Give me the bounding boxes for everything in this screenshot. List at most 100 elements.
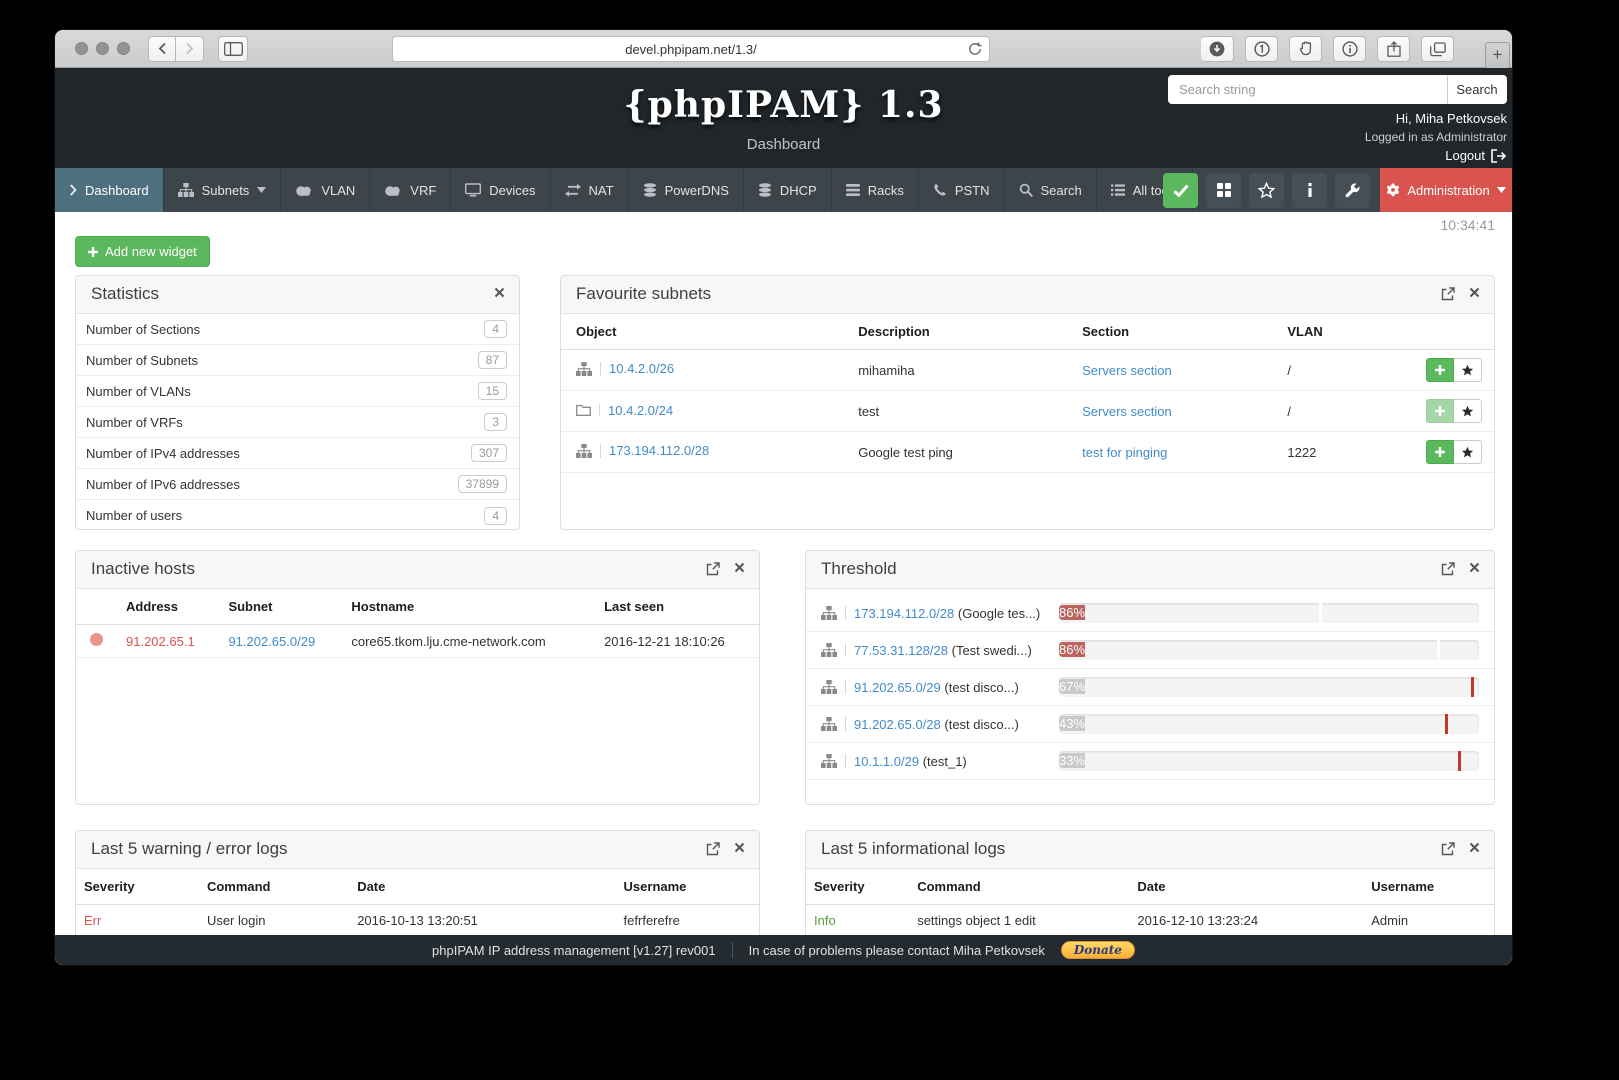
open-external-icon[interactable] <box>1441 842 1455 856</box>
subnet-link[interactable]: 91.202.65.0/29 <box>854 680 941 695</box>
star-filled-icon <box>1461 405 1474 417</box>
share-button[interactable] <box>1377 36 1410 62</box>
nav-item-subnets[interactable]: Subnets <box>164 168 282 212</box>
downloads-button[interactable] <box>1201 36 1234 62</box>
close-window-button[interactable] <box>75 42 88 55</box>
close-icon[interactable] <box>1469 287 1480 301</box>
sitemap-icon <box>821 643 846 657</box>
ping-status-button[interactable] <box>1163 173 1198 208</box>
add-address-button[interactable] <box>1426 440 1454 464</box>
add-widget-button[interactable]: Add new widget <box>75 236 210 267</box>
reload-icon[interactable] <box>968 42 982 56</box>
section-link[interactable]: Servers section <box>1082 404 1172 419</box>
clock: 10:34:41 <box>75 212 1495 234</box>
section-link[interactable]: test for pinging <box>1082 445 1167 460</box>
nav-item-dashboard[interactable]: Dashboard <box>55 168 164 212</box>
share-icon <box>1387 41 1401 57</box>
section-link[interactable]: Servers section <box>1082 363 1172 378</box>
tab-overview-button[interactable] <box>1421 36 1454 62</box>
logout-link[interactable]: Logout <box>1445 148 1507 163</box>
cloud-icon <box>295 184 313 196</box>
stat-row: Number of Sections4 <box>76 314 519 345</box>
subnet-link[interactable]: 10.4.2.0/24 <box>608 403 673 418</box>
log-date: 2016-10-13 13:20:51 <box>349 905 615 936</box>
open-external-icon[interactable] <box>706 842 720 856</box>
content-blocker-button[interactable] <box>1289 36 1322 62</box>
plus-icon <box>88 247 98 257</box>
favourite-subnet-row: 10.4.2.0/24 test Servers section / <box>561 391 1494 432</box>
open-external-icon[interactable] <box>1441 287 1455 301</box>
subnet-link[interactable]: 173.194.112.0/28 <box>609 443 709 458</box>
sitemap-icon <box>821 754 846 768</box>
sidebar-button[interactable] <box>218 36 248 62</box>
subnet-vlan: / <box>1279 391 1408 432</box>
close-icon[interactable] <box>1469 562 1480 576</box>
threshold-row: 10.1.1.0/29 (test_1) 33% <box>806 743 1494 780</box>
sitemap-icon <box>821 717 846 731</box>
widgets-button[interactable] <box>1206 173 1241 208</box>
stat-badge: 15 <box>478 382 507 400</box>
stat-row: Number of Subnets87 <box>76 345 519 376</box>
close-icon[interactable] <box>1469 842 1480 856</box>
instructions-button[interactable] <box>1292 173 1327 208</box>
nav-item-pstn[interactable]: PSTN <box>919 168 1005 212</box>
sidebar-icon <box>224 42 243 56</box>
minimize-window-button[interactable] <box>96 42 109 55</box>
nav-item-vlan[interactable]: VLAN <box>281 168 370 212</box>
favourites-button[interactable] <box>1249 173 1284 208</box>
main-nav: Dashboard Subnets VLAN VRF Devices NAT P… <box>55 168 1512 212</box>
address-bar[interactable]: devel.phpipam.net/1.3/ <box>392 36 990 62</box>
subnet-link[interactable]: 10.4.2.0/26 <box>609 361 674 376</box>
address-link[interactable]: 91.202.65.1 <box>126 634 195 649</box>
stat-badge: 3 <box>484 413 507 431</box>
monitor-icon <box>465 183 481 197</box>
nav-item-dhcp[interactable]: DHCP <box>744 168 832 212</box>
open-external-icon[interactable] <box>1441 562 1455 576</box>
password-extension-button[interactable] <box>1245 36 1278 62</box>
tools-button[interactable] <box>1335 173 1370 208</box>
unfavourite-button[interactable] <box>1454 358 1482 382</box>
threshold-row: 173.194.112.0/28 (Google tes...) 86% <box>806 595 1494 632</box>
administration-menu[interactable]: Administration <box>1380 168 1512 212</box>
subnet-link[interactable]: 77.53.31.128/28 <box>854 643 948 658</box>
informational-logs-widget: Last 5 informational logs Severity Comma… <box>805 830 1495 935</box>
nav-item-search[interactable]: Search <box>1005 168 1097 212</box>
unfavourite-button[interactable] <box>1454 399 1482 423</box>
window-controls <box>75 42 130 55</box>
nav-quick-tools <box>1163 168 1380 212</box>
zoom-window-button[interactable] <box>117 42 130 55</box>
close-icon[interactable] <box>494 287 505 298</box>
search-input[interactable] <box>1168 75 1447 104</box>
subnet-link[interactable]: 10.1.1.0/29 <box>854 754 919 769</box>
unfavourite-button[interactable] <box>1454 440 1482 464</box>
back-button[interactable] <box>148 36 176 62</box>
browser-window: devel.phpipam.net/1.3/ + {phpIPAM} 1.3 D… <box>55 30 1512 965</box>
open-external-icon[interactable] <box>706 562 720 576</box>
nav-item-powerdns[interactable]: PowerDNS <box>629 168 744 212</box>
add-address-button[interactable] <box>1426 358 1454 382</box>
stat-badge: 87 <box>478 351 507 369</box>
subnet-link[interactable]: 173.194.112.0/28 <box>854 606 954 621</box>
forward-button[interactable] <box>176 36 204 62</box>
column-header: Address <box>118 589 220 625</box>
nav-item-nat[interactable]: NAT <box>551 168 629 212</box>
sitemap-icon <box>821 606 846 620</box>
nav-item-racks[interactable]: Racks <box>832 168 919 212</box>
subnet-description: Google test ping <box>850 432 1074 473</box>
threshold-list: 173.194.112.0/28 (Google tes...) 86% 77.… <box>806 589 1494 780</box>
subnet-link[interactable]: 91.202.65.0/29 <box>228 634 315 649</box>
add-address-button[interactable] <box>1426 399 1454 423</box>
donate-button[interactable]: Donate <box>1061 941 1135 959</box>
nav-item-devices[interactable]: Devices <box>451 168 550 212</box>
subnet-link[interactable]: 91.202.65.0/28 <box>854 717 941 732</box>
nav-item-vrf[interactable]: VRF <box>370 168 451 212</box>
page: {phpIPAM} 1.3 Dashboard Search Hi, Miha … <box>55 68 1512 965</box>
new-tab-button[interactable]: + <box>1485 42 1510 69</box>
database-icon <box>758 183 772 197</box>
close-icon[interactable] <box>734 842 745 856</box>
close-icon[interactable] <box>734 562 745 576</box>
info-extension-button[interactable] <box>1333 36 1366 62</box>
header-search-button[interactable]: Search <box>1447 75 1507 104</box>
widget-title: Threshold <box>821 559 897 578</box>
download-icon <box>1209 41 1225 57</box>
